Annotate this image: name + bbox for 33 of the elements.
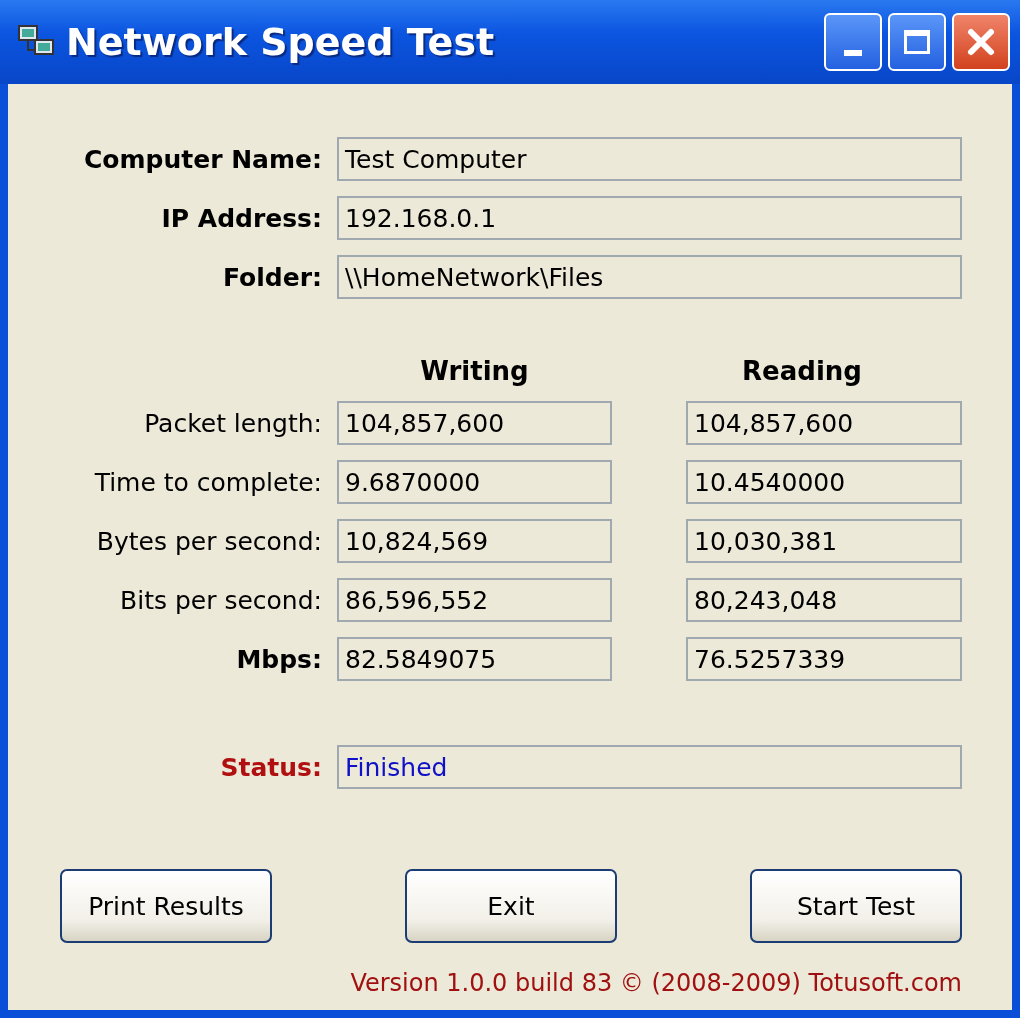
text-field[interactable]: 10.4540000 [686,460,962,504]
close-button[interactable] [952,13,1010,71]
action-button[interactable]: Exit [405,869,617,943]
text-field[interactable]: 76.5257339 [686,637,962,681]
maximize-button[interactable] [888,13,946,71]
status-field[interactable]: Finished [337,745,962,789]
text-field[interactable]: 104,857,600 [337,401,612,445]
text-field[interactable]: 10,030,381 [686,519,962,563]
field-label: Bits per second: [119,585,322,615]
field-label: Folder: [222,262,322,292]
text-field[interactable]: 10,824,569 [337,519,612,563]
field-label: Bytes per second: [95,526,322,556]
text-field[interactable]: 80,243,048 [686,578,962,622]
column-header: Writing [419,356,530,386]
minimize-button[interactable] [824,13,882,71]
field-label: Mbps: [235,644,322,674]
column-header: Reading [741,356,863,386]
status-label: Status: [219,752,322,782]
field-label: Packet length: [143,408,322,438]
text-field[interactable]: 9.6870000 [337,460,612,504]
field-label: IP Address: [160,203,322,233]
version-text: Version 1.0.0 build 83 © (2008-2009) Totusoft.com [349,969,962,997]
text-field[interactable]: 192.168.0.1 [337,196,962,240]
text-field[interactable]: Test Computer [337,137,962,181]
text-field[interactable]: 82.5849075 [337,637,612,681]
field-label: Time to complete: [93,467,322,497]
text-field[interactable]: 86,596,552 [337,578,612,622]
text-field[interactable]: 104,857,600 [686,401,962,445]
action-button[interactable]: Start Test [750,869,962,943]
field-label: Computer Name: [83,144,322,174]
window-title: Network Speed Test [66,20,496,64]
action-button[interactable]: Print Results [60,869,272,943]
text-field[interactable]: \\HomeNetwork\Files [337,255,962,299]
